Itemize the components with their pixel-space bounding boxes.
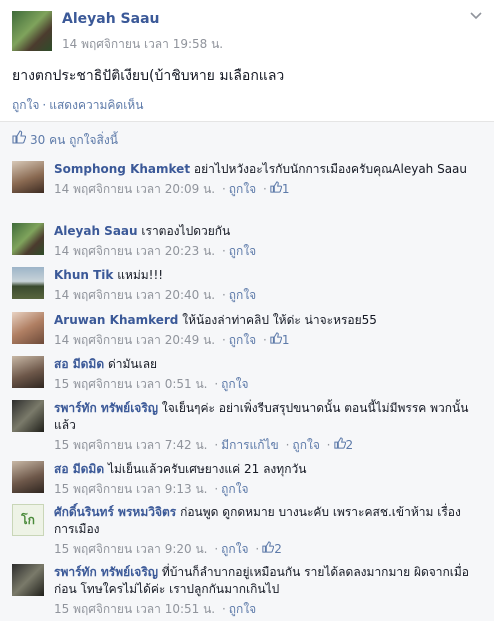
comment-time[interactable]: 15 พฤศจิกายน เวลา 0:51 น. bbox=[54, 377, 208, 391]
comment-like-link[interactable]: ถูกใจ bbox=[229, 288, 256, 302]
thumbs-up-icon bbox=[270, 332, 283, 347]
comment-like-link[interactable]: ถูกใจ bbox=[229, 244, 256, 258]
post-text: ยางตกประชาธิปัติเงียบ(บ้าชิบหาย มเลือกแล… bbox=[12, 68, 285, 84]
comment-list: Somphong Khamket อย่าไปหวังอะไรกับนักการ… bbox=[0, 155, 494, 621]
comment-text: ไม่เย็นแล้วครับเศษยางแค่ 21 ลงทุกวัน bbox=[107, 462, 307, 476]
commenter-avatar[interactable]: โก bbox=[12, 504, 44, 536]
comment-time[interactable]: 15 พฤศจิกายน เวลา 10:51 น. bbox=[54, 602, 215, 616]
avatar-logo-text: โก bbox=[21, 513, 35, 527]
comment-time[interactable]: 14 พฤศจิกายน เวลา 20:23 น. bbox=[54, 244, 215, 258]
thumbs-up-icon bbox=[270, 181, 283, 196]
like-link[interactable]: ถูกใจ bbox=[12, 98, 39, 112]
thumbs-up-icon bbox=[262, 541, 275, 556]
commenter-name[interactable]: รพาร์ทัก ทรัพย์เจริญ bbox=[54, 401, 158, 415]
comment-like-link[interactable]: ถูกใจ bbox=[221, 377, 248, 391]
commenter-name[interactable]: สอ มีดมิด bbox=[54, 357, 104, 371]
comment-text: แหม่ม!!! bbox=[117, 268, 164, 282]
chevron-down-icon[interactable] bbox=[470, 12, 482, 22]
comment-item: รพาร์ทัก ทรัพย์เจริญ ใจเย็นๆค่ะ อย่าเพิ่… bbox=[0, 400, 494, 452]
commenter-name[interactable]: Aruwan Khamkerd bbox=[54, 313, 178, 327]
commenter-name[interactable]: รพาร์ทัก ทรัพย์เจริญ bbox=[54, 565, 158, 579]
comment-item: สอ มีดมิด ไม่เย็นแล้วครับเศษยางแค่ 21 ลง… bbox=[0, 461, 494, 496]
comment-time[interactable]: 15 พฤศจิกายน เวลา 9:20 น. bbox=[54, 542, 208, 556]
commenter-name[interactable]: สอ มีดมิด bbox=[54, 462, 104, 476]
comment-text: ด่ามันเลย bbox=[107, 357, 158, 371]
comment-like-count[interactable]: 2 bbox=[346, 438, 354, 452]
likes-count[interactable]: 30 คน ถูกใจสิ่งนี้ bbox=[30, 131, 118, 150]
comment-time[interactable]: 15 พฤศจิกายน เวลา 9:13 น. bbox=[54, 482, 208, 496]
comment-text: ให้น้องล่าท่าคลิป ให้ด่ะ น่าจะหรอย55 bbox=[182, 313, 377, 327]
comment-text: เราตองไปดวยกัน bbox=[141, 224, 231, 238]
commenter-avatar[interactable] bbox=[12, 564, 44, 596]
thumbs-up-icon bbox=[333, 437, 346, 452]
comment-time[interactable]: 15 พฤศจิกายน เวลา 7:42 น. bbox=[54, 438, 208, 452]
author-avatar[interactable] bbox=[12, 11, 52, 51]
commenter-avatar[interactable] bbox=[12, 223, 44, 255]
commenter-avatar[interactable] bbox=[12, 312, 44, 344]
comment-like-link[interactable]: ถูกใจ bbox=[229, 333, 256, 347]
comment-item: Somphong Khamket อย่าไปหวังอะไรกับนักการ… bbox=[0, 161, 494, 209]
commenter-avatar[interactable] bbox=[12, 461, 44, 493]
commenter-avatar[interactable] bbox=[12, 356, 44, 388]
comment-like-count[interactable]: 1 bbox=[282, 182, 290, 196]
comment-time[interactable]: 14 พฤศจิกายน เวลา 20:49 น. bbox=[54, 333, 215, 347]
comment-item: รพาร์ทัก ทรัพย์เจริญ ที่บ้านก็ลำบากอยู่เ… bbox=[0, 564, 494, 616]
thumbs-up-icon bbox=[12, 130, 27, 144]
commenter-avatar[interactable] bbox=[12, 400, 44, 432]
comment-item: Khun Tik แหม่ม!!! 14 พฤศจิกายน เวลา 20:4… bbox=[0, 267, 494, 302]
likes-summary-bar: 30 คน ถูกใจสิ่งนี้ bbox=[0, 121, 494, 156]
commenter-avatar[interactable] bbox=[12, 161, 44, 193]
commenter-name[interactable]: Aleyah Saau bbox=[54, 224, 138, 238]
commenter-name[interactable]: ศักดิ์นรินทร์ พรหมวิจิตร bbox=[54, 505, 176, 519]
comment-item: สอ มีดมิด ด่ามันเลย 15 พฤศจิกายน เวลา 0:… bbox=[0, 356, 494, 391]
post-timestamp[interactable]: 14 พฤศจิกายน เวลา 19:58 น. bbox=[62, 35, 223, 54]
comment-like-count[interactable]: 1 bbox=[282, 333, 290, 347]
comment-like-link[interactable]: ถูกใจ bbox=[221, 482, 248, 496]
edited-link[interactable]: มีการแก้ไข bbox=[221, 438, 279, 452]
comment-like-count[interactable]: 2 bbox=[274, 542, 282, 556]
commenter-name[interactable]: Khun Tik bbox=[54, 268, 113, 282]
comment-item: โก ศักดิ์นรินทร์ พรหมวิจิตร ก่อนพูด ดูกด… bbox=[0, 504, 494, 556]
commenter-avatar[interactable] bbox=[12, 267, 44, 299]
comment-link[interactable]: แสดงความคิดเห็น bbox=[49, 98, 143, 112]
comment-like-link[interactable]: ถูกใจ bbox=[292, 438, 319, 452]
commenter-name[interactable]: Somphong Khamket bbox=[54, 162, 190, 176]
comment-like-link[interactable]: ถูกใจ bbox=[229, 602, 256, 616]
comment-time[interactable]: 14 พฤศจิกายน เวลา 20:09 น. bbox=[54, 182, 215, 196]
comment-item: Aruwan Khamkerd ให้น้องล่าท่าคลิป ให้ด่ะ… bbox=[0, 312, 494, 347]
comment-like-link[interactable]: ถูกใจ bbox=[229, 182, 256, 196]
comment-like-link[interactable]: ถูกใจ bbox=[221, 542, 248, 556]
comment-time[interactable]: 14 พฤศจิกายน เวลา 20:40 น. bbox=[54, 288, 215, 302]
comment-item: Aleyah Saau เราตองไปดวยกัน 14 พฤศจิกายน … bbox=[0, 223, 494, 258]
author-name[interactable]: Aleyah Saau bbox=[62, 11, 160, 27]
post-actions: ถูกใจ · แสดงความคิดเห็น bbox=[12, 98, 144, 112]
post-header: Aleyah Saau 14 พฤศจิกายน เวลา 19:58 น. bbox=[0, 0, 494, 60]
comment-text: อย่าไปหวังอะไรกับนักการเมืองครับคุณAleya… bbox=[193, 162, 468, 176]
